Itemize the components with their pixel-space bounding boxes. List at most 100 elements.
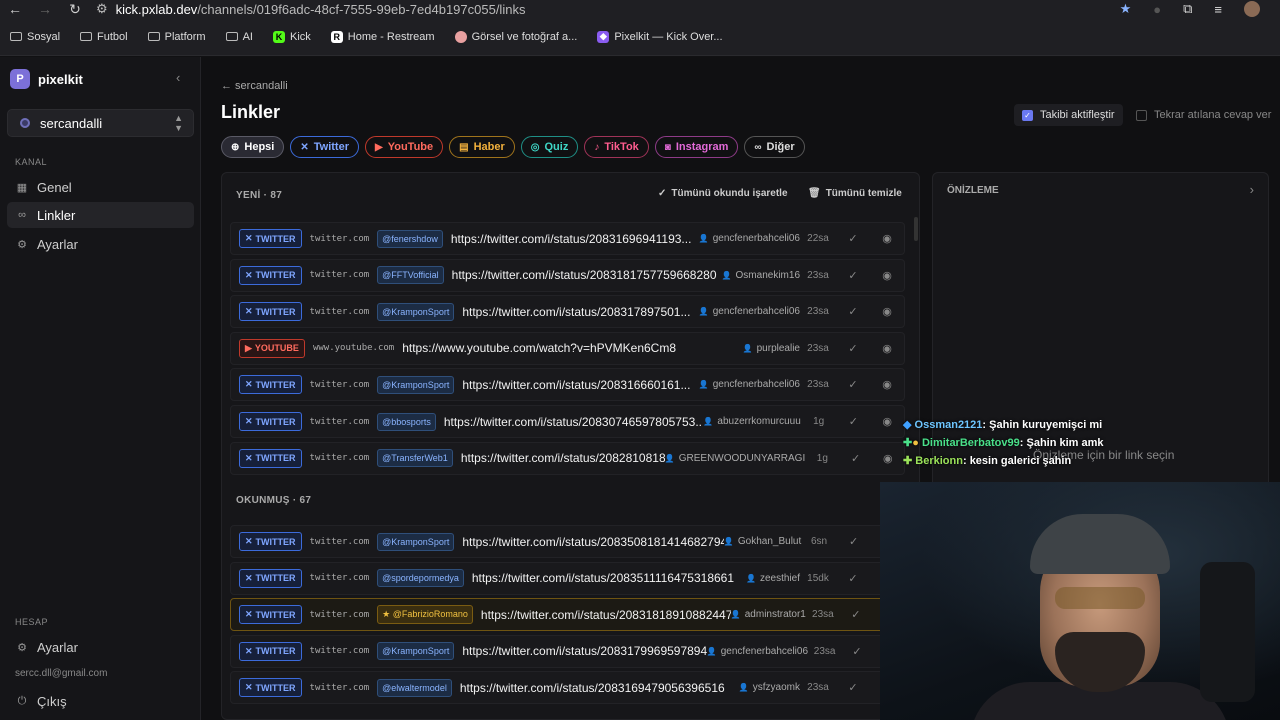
scrollbar[interactable] bbox=[914, 217, 918, 241]
address-bar[interactable]: ⚙ kick.pxlab.dev/channels/019f6adc-48cf-… bbox=[96, 1, 525, 17]
filter-chip-instagram[interactable]: ◙ Instagram bbox=[654, 136, 739, 158]
mark-read-check-icon[interactable]: ✓ bbox=[840, 608, 872, 621]
author-handle[interactable]: @KramponSport bbox=[377, 375, 455, 394]
link-url[interactable]: https://twitter.com/i/status/20831666016… bbox=[462, 378, 690, 392]
link-url[interactable]: https://twitter.com/i/status/20835081814… bbox=[462, 535, 724, 549]
preview-eye-icon[interactable]: ◉ bbox=[870, 305, 904, 318]
author-handle[interactable]: @spordepormedya bbox=[377, 569, 464, 588]
author-handle[interactable]: @TransferWeb1 bbox=[377, 449, 453, 468]
preview-eye-icon[interactable]: ◉ bbox=[872, 452, 904, 465]
filter-chip-diğer[interactable]: ∞ Diğer bbox=[744, 136, 805, 158]
preview-eye-icon[interactable]: ◉ bbox=[870, 378, 904, 391]
filter-chip-haber[interactable]: ▤ Haber bbox=[449, 136, 515, 158]
mark-read-check-icon[interactable]: ✓ bbox=[836, 232, 870, 245]
bookmark-star-icon[interactable]: ★ bbox=[1120, 1, 1132, 17]
author-handle[interactable]: ★ @FabrizioRomano bbox=[377, 605, 473, 625]
sender: 👤 abuzerrkomurcuuu bbox=[703, 416, 800, 427]
author-handle[interactable]: @KramponSport bbox=[377, 642, 455, 661]
bookmark-kick[interactable]: K Kick bbox=[272, 30, 311, 43]
filter-chip-hepsi[interactable]: ⊕ Hepsi bbox=[221, 136, 285, 158]
link-url[interactable]: https://twitter.com/i/status/20830746597… bbox=[444, 415, 704, 429]
reload-icon[interactable]: ↻ bbox=[60, 1, 90, 18]
author-handle[interactable]: @KramponSport bbox=[377, 302, 455, 321]
forward-arrow-icon[interactable]: → bbox=[30, 1, 60, 17]
mark-read-check-icon[interactable]: ✓ bbox=[837, 535, 871, 548]
link-url[interactable]: https://twitter.com/i/status/20831696941… bbox=[451, 232, 692, 246]
link-url[interactable]: https://twitter.com/i/status/20831799695… bbox=[462, 644, 706, 658]
preview-eye-icon[interactable]: ◉ bbox=[870, 342, 904, 355]
mark-all-read-button[interactable]: ✓ Tümünü okundu işaretle bbox=[658, 188, 788, 199]
author-handle[interactable]: @KramponSport bbox=[377, 532, 455, 551]
link-url[interactable]: https://twitter.com/i/status/2082810818.… bbox=[461, 451, 665, 465]
link-row[interactable]: ✕ TWITTER twitter.com @KramponSport https://… bbox=[230, 295, 905, 329]
profile-avatar[interactable] bbox=[1244, 1, 1260, 17]
bookmark-folder-futbol[interactable]: Futbol bbox=[80, 31, 128, 43]
link-row[interactable]: ✕ TWITTER twitter.com @bbosports https://twi… bbox=[230, 405, 905, 438]
mark-read-check-icon[interactable]: ✓ bbox=[841, 645, 872, 658]
mark-read-check-icon[interactable]: ✓ bbox=[836, 305, 870, 318]
filter-chip-tiktok[interactable]: ♪ TikTok bbox=[584, 136, 649, 158]
clear-all-button[interactable]: 🗑 Tümünü temizle bbox=[808, 188, 902, 199]
link-url[interactable]: https://twitter.com/i/status/20831817577… bbox=[452, 268, 717, 282]
filter-chip-quiz[interactable]: ◎ Quiz bbox=[520, 136, 579, 158]
mark-read-check-icon[interactable]: ✓ bbox=[836, 269, 870, 282]
breadcrumb-back-link[interactable]: ← sercandalli bbox=[221, 80, 288, 92]
filter-chip-youtube[interactable]: ▶ YouTube bbox=[365, 136, 444, 158]
bookmark-pixelkit[interactable]: ◆ Pixelkit — Kick Over... bbox=[597, 30, 723, 43]
logout-button[interactable]: ⏻ Çıkış bbox=[7, 688, 194, 714]
link-url[interactable]: https://twitter.com/i/status/20835111164… bbox=[472, 571, 734, 585]
sidebar-item-genel[interactable]: ▦ Genel bbox=[7, 174, 194, 200]
link-row[interactable]: ✕ TWITTER twitter.com @KramponSport https://… bbox=[230, 525, 905, 558]
sidebar-item-ayarlar[interactable]: ⚙ Ayarlar bbox=[7, 231, 194, 257]
mark-read-check-icon[interactable]: ✓ bbox=[836, 572, 870, 585]
chevron-right-icon[interactable]: › bbox=[1250, 182, 1254, 197]
bookmark-gorsel[interactable]: Görsel ve fotoğraf a... bbox=[454, 30, 577, 43]
bookmark-folder-platform[interactable]: Platform bbox=[147, 31, 206, 43]
link-row[interactable]: ✕ TWITTER twitter.com @TransferWeb1 https://… bbox=[230, 441, 905, 475]
link-url[interactable]: https://twitter.com/i/status/20831818910… bbox=[481, 608, 731, 622]
bookmark-folder-sosyal[interactable]: Sosyal bbox=[10, 31, 60, 43]
brand[interactable]: P pixelkit bbox=[10, 69, 83, 89]
preview-eye-icon[interactable]: ◉ bbox=[870, 269, 904, 282]
link-url[interactable]: https://twitter.com/i/status/20831694790… bbox=[460, 681, 725, 695]
chat-message: ◆ Ossman2121: Şahin kuruyemişci mi bbox=[903, 416, 1104, 434]
link-row[interactable]: ✕ TWITTER twitter.com @fenershdow https://tw… bbox=[230, 222, 905, 255]
link-row[interactable]: ✕ TWITTER twitter.com @spordepormedya https:… bbox=[230, 561, 905, 595]
collapse-sidebar-icon[interactable]: ‹ bbox=[176, 70, 180, 85]
link-domain: twitter.com bbox=[309, 609, 370, 620]
mark-read-check-icon[interactable]: ✓ bbox=[836, 378, 870, 391]
bookmark-restream[interactable]: R Home - Restream bbox=[330, 30, 435, 43]
link-url[interactable]: https://www.youtube.com/watch?v=hPVMKen6… bbox=[402, 341, 676, 355]
channel-selector[interactable]: sercandalli ▲ ▼ bbox=[7, 109, 194, 137]
mark-read-check-icon[interactable]: ✓ bbox=[836, 681, 870, 694]
bookmark-folder-ai[interactable]: AI bbox=[225, 31, 253, 43]
preview-eye-icon[interactable]: ◉ bbox=[870, 415, 904, 428]
link-url[interactable]: https://twitter.com/i/status/20831789750… bbox=[462, 305, 690, 319]
filter-chip-twitter[interactable]: ✕ Twitter bbox=[290, 136, 359, 158]
link-row[interactable]: ✕ TWITTER twitter.com ★ @FabrizioRomano http… bbox=[230, 598, 905, 632]
link-row[interactable]: ✕ TWITTER twitter.com @FFTVofficial https://… bbox=[230, 258, 905, 292]
mark-read-check-icon[interactable]: ✓ bbox=[839, 452, 871, 465]
mark-read-check-icon[interactable]: ✓ bbox=[837, 415, 871, 428]
preview-eye-icon[interactable]: ◉ bbox=[870, 232, 904, 245]
author-handle[interactable]: @bbosports bbox=[377, 412, 436, 431]
media-controls-icon[interactable]: ≡ bbox=[1214, 2, 1222, 17]
mark-read-check-icon[interactable]: ✓ bbox=[836, 342, 870, 355]
extensions-puzzle-icon[interactable]: ⧉ bbox=[1183, 1, 1192, 17]
link-row[interactable]: ✕ TWITTER twitter.com @KramponSport https://… bbox=[230, 368, 905, 402]
account-settings[interactable]: ⚙ Ayarlar bbox=[7, 634, 194, 660]
repeat-reply-toggle[interactable]: Tekrar atılana cevap ver bbox=[1128, 104, 1279, 126]
clear-all-label: Tümünü temizle bbox=[825, 188, 902, 199]
back-arrow-icon[interactable]: ← bbox=[0, 1, 30, 17]
author-handle[interactable]: @elwaltermodel bbox=[377, 678, 452, 697]
follow-toggle[interactable]: ✓ Takibi aktifleştir bbox=[1014, 104, 1123, 126]
site-settings-icon[interactable]: ⚙ bbox=[96, 1, 108, 17]
extension-icon[interactable]: ● bbox=[1153, 2, 1161, 17]
link-row[interactable]: ✕ TWITTER twitter.com @elwaltermodel https:/… bbox=[230, 671, 905, 705]
link-row[interactable]: ▶ YOUTUBE www.youtube.com https://www.youtu… bbox=[230, 331, 905, 365]
author-handle[interactable]: @fenershdow bbox=[377, 229, 443, 248]
timestamp: 1g bbox=[816, 452, 828, 464]
link-row[interactable]: ✕ TWITTER twitter.com @KramponSport https://… bbox=[230, 634, 905, 668]
author-handle[interactable]: @FFTVofficial bbox=[377, 266, 444, 285]
sidebar-item-linkler[interactable]: ∞ Linkler bbox=[7, 202, 194, 228]
